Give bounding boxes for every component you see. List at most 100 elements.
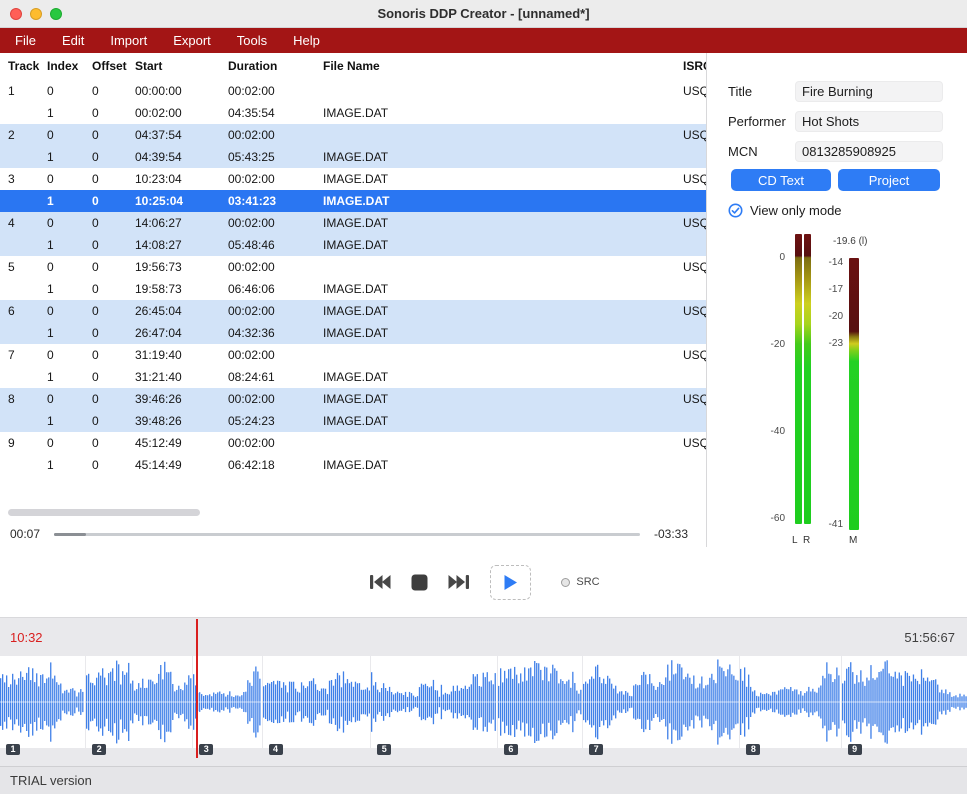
play-button[interactable] <box>501 572 520 593</box>
table-row[interactable]: 1 0 45:14:49 06:42:18 IMAGE.DAT <box>0 454 706 476</box>
menu-item[interactable]: Tools <box>224 28 280 53</box>
menu-item[interactable]: Export <box>160 28 224 53</box>
track-badge[interactable]: 9 <box>848 744 862 755</box>
table-row[interactable]: 1 0 39:48:26 05:24:23 IMAGE.DAT <box>0 410 706 432</box>
seek-slider[interactable] <box>54 527 640 541</box>
cell-file-name <box>323 344 683 366</box>
table-row[interactable]: 1 0 10:25:04 03:41:23 IMAGE.DAT <box>0 190 706 212</box>
table-row[interactable]: 7 0 0 31:19:40 00:02:00 USQ <box>0 344 706 366</box>
cell-file-name <box>323 256 683 278</box>
next-track-button[interactable] <box>446 572 472 592</box>
cell-duration: 08:24:61 <box>228 366 323 388</box>
cell-index: 0 <box>47 80 92 102</box>
cell-index: 0 <box>47 168 92 190</box>
cell-isrc: USQ <box>683 256 706 278</box>
table-row[interactable]: 6 0 0 26:45:04 00:02:00 IMAGE.DAT USQ <box>0 300 706 322</box>
cell-duration: 00:02:00 <box>228 300 323 322</box>
column-header[interactable]: Start <box>135 53 228 80</box>
cell-offset: 0 <box>92 366 135 388</box>
stop-button[interactable] <box>409 572 430 593</box>
column-header[interactable]: Track <box>8 53 47 80</box>
zoom-window-button[interactable] <box>50 8 62 20</box>
meter-scale-label: -40 <box>753 426 785 437</box>
cell-track: 9 <box>8 432 47 454</box>
cell-isrc <box>683 146 706 168</box>
cell-isrc: USQ <box>683 168 706 190</box>
table-row[interactable]: 1 0 00:02:00 04:35:54 IMAGE.DAT <box>0 102 706 124</box>
cell-track <box>8 410 47 432</box>
title-input[interactable] <box>795 81 943 102</box>
waveform-segment[interactable] <box>193 656 262 748</box>
column-header[interactable]: Index <box>47 53 92 80</box>
previous-track-button[interactable] <box>367 572 393 592</box>
close-window-button[interactable] <box>10 8 22 20</box>
project-button[interactable]: Project <box>838 169 940 191</box>
window-title: Sonoris DDP Creator - [unnamed*] <box>0 6 967 21</box>
cell-duration: 04:35:54 <box>228 102 323 124</box>
mcn-input[interactable] <box>795 141 943 162</box>
waveform-segment[interactable] <box>371 656 498 748</box>
cell-index: 1 <box>47 454 92 476</box>
column-header[interactable]: Offset <box>92 53 135 80</box>
src-toggle[interactable]: SRC <box>561 576 599 588</box>
table-row[interactable]: 1 0 31:21:40 08:24:61 IMAGE.DAT <box>0 366 706 388</box>
waveform-segment[interactable] <box>86 656 193 748</box>
track-badge[interactable]: 5 <box>377 744 391 755</box>
table-row[interactable]: 9 0 0 45:12:49 00:02:00 USQ <box>0 432 706 454</box>
cell-file-name <box>323 124 683 146</box>
cell-start: 14:06:27 <box>135 212 228 234</box>
menu-item[interactable]: Help <box>280 28 333 53</box>
cell-track: 8 <box>8 388 47 410</box>
performer-label: Performer <box>728 114 795 129</box>
table-row[interactable]: 1 0 0 00:00:00 00:02:00 USQ <box>0 80 706 102</box>
total-duration-label: 51:56:67 <box>904 630 955 645</box>
cell-start: 26:47:04 <box>135 322 228 344</box>
menu-item[interactable]: Import <box>97 28 160 53</box>
track-badge[interactable]: 8 <box>746 744 760 755</box>
cell-index: 0 <box>47 432 92 454</box>
table-row[interactable]: 3 0 0 10:23:04 00:02:00 IMAGE.DAT USQ <box>0 168 706 190</box>
column-header[interactable]: ISRC <box>683 53 706 80</box>
menu-item[interactable]: Edit <box>49 28 97 53</box>
minimize-window-button[interactable] <box>30 8 42 20</box>
track-badge[interactable]: 2 <box>92 744 106 755</box>
seek-row: 00:07 -03:33 <box>0 521 706 547</box>
waveform-segment[interactable] <box>583 656 740 748</box>
track-badge[interactable]: 4 <box>269 744 283 755</box>
waveform-segment[interactable] <box>740 656 841 748</box>
track-badge[interactable]: 3 <box>199 744 213 755</box>
menu-item[interactable]: File <box>2 28 49 53</box>
table-row[interactable]: 4 0 0 14:06:27 00:02:00 IMAGE.DAT USQ <box>0 212 706 234</box>
waveform-segment[interactable] <box>842 656 967 748</box>
table-row[interactable]: 1 0 04:39:54 05:43:25 IMAGE.DAT <box>0 146 706 168</box>
column-header[interactable]: Duration <box>228 53 323 80</box>
track-badge[interactable]: 1 <box>6 744 20 755</box>
waveform-segment[interactable] <box>0 656 86 748</box>
table-row[interactable]: 1 0 19:58:73 06:46:06 IMAGE.DAT <box>0 278 706 300</box>
table-row[interactable]: 1 0 26:47:04 04:32:36 IMAGE.DAT <box>0 322 706 344</box>
timeline-labels: 10:32 51:56:67 <box>0 618 967 645</box>
meter-scale-label: -60 <box>753 513 785 524</box>
waveform-segment[interactable] <box>263 656 372 748</box>
table-row[interactable]: 2 0 0 04:37:54 00:02:00 USQ <box>0 124 706 146</box>
cell-offset: 0 <box>92 80 135 102</box>
cell-track <box>8 322 47 344</box>
track-badge[interactable]: 7 <box>589 744 603 755</box>
track-badge[interactable]: 6 <box>504 744 518 755</box>
cell-offset: 0 <box>92 168 135 190</box>
table-row[interactable]: 5 0 0 19:56:73 00:02:00 USQ <box>0 256 706 278</box>
view-only-mode-toggle[interactable]: View only mode <box>728 203 842 218</box>
cell-track <box>8 278 47 300</box>
cell-isrc: USQ <box>683 80 706 102</box>
table-row[interactable]: 8 0 0 39:46:26 00:02:00 IMAGE.DAT USQ <box>0 388 706 410</box>
horizontal-scrollbar[interactable] <box>8 509 200 516</box>
performer-input[interactable] <box>795 111 943 132</box>
cd-text-button[interactable]: CD Text <box>731 169 831 191</box>
column-header[interactable]: File Name <box>323 53 683 80</box>
loudness-scale-label: -23 <box>809 338 843 349</box>
table-row[interactable]: 1 0 14:08:27 05:48:46 IMAGE.DAT <box>0 234 706 256</box>
waveform-segment[interactable] <box>498 656 583 748</box>
cell-index: 1 <box>47 234 92 256</box>
playhead-line[interactable] <box>196 619 198 758</box>
waveform-strip[interactable] <box>0 656 967 748</box>
